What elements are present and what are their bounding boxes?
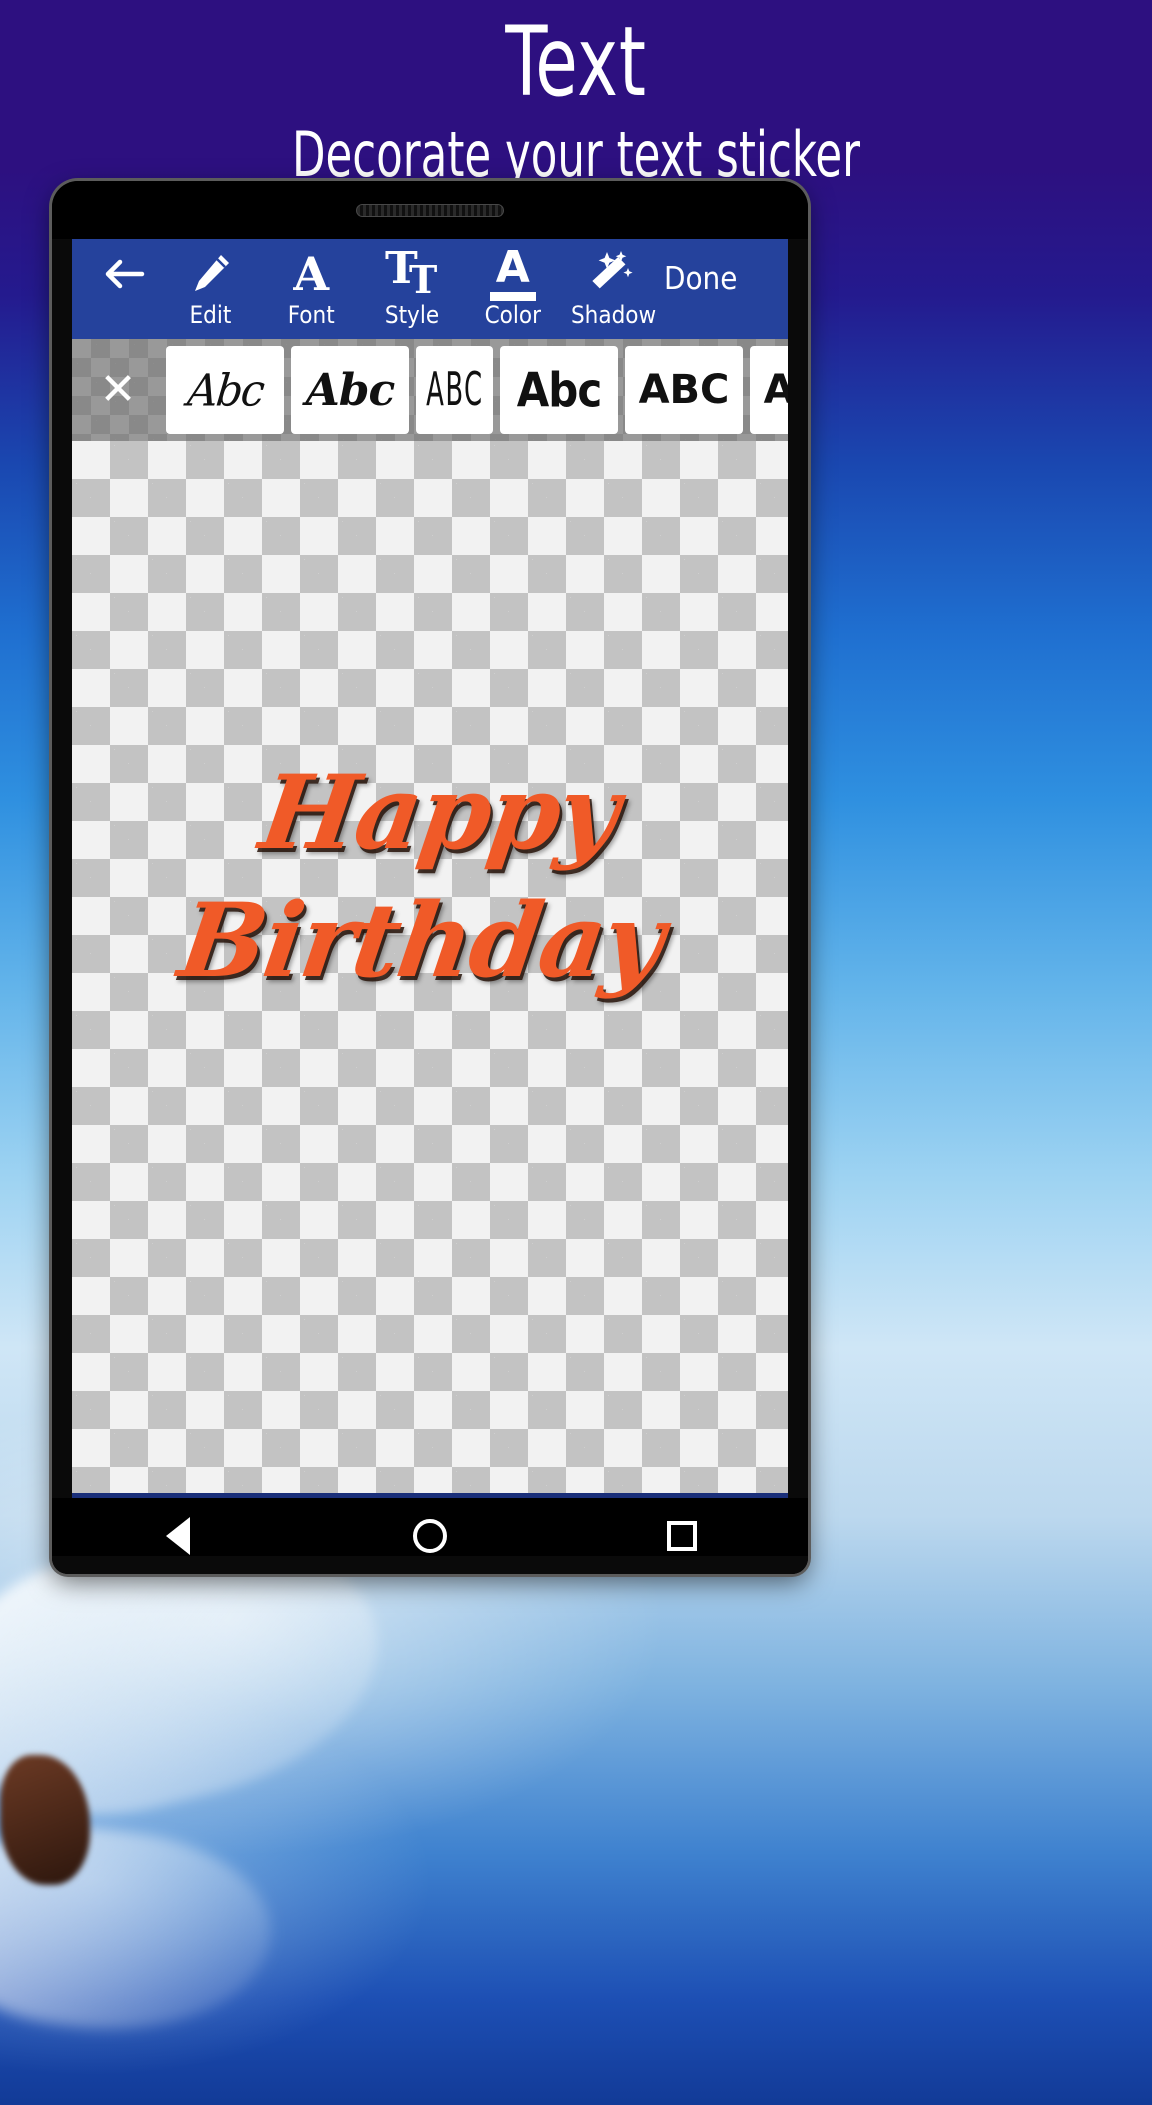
back-button[interactable] xyxy=(86,249,160,301)
nav-home-circle-icon xyxy=(413,1519,447,1553)
phone-top-bezel xyxy=(52,181,808,239)
double-t-secondary: T xyxy=(408,257,438,302)
sticker-canvas[interactable]: Happy Birthday xyxy=(72,441,788,1498)
sticker-line-2: Birthday xyxy=(172,881,670,1001)
editor-toolbar: Edit A Font T T Style A Color Shadow Don… xyxy=(72,239,788,339)
done-button[interactable]: Done xyxy=(664,249,774,297)
font-swatch-script-1[interactable]: Abc xyxy=(166,346,284,434)
phone-mockup: Edit A Font T T Style A Color Shadow Don… xyxy=(52,181,808,1574)
toolbar-label-edit: Edit xyxy=(189,301,232,329)
pencil-icon xyxy=(187,249,233,299)
font-swatch-fat[interactable]: Abc xyxy=(500,346,618,434)
letter-a-icon: A xyxy=(293,247,330,301)
toolbar-item-style[interactable]: T T Style xyxy=(362,247,463,330)
arrow-left-icon xyxy=(100,249,146,299)
font-swatch-label: Abc xyxy=(516,362,602,418)
font-swatch-thin[interactable]: ABC xyxy=(416,346,493,434)
font-swatch-script-2[interactable]: Abc xyxy=(291,346,409,434)
toolbar-item-edit[interactable]: Edit xyxy=(160,249,261,329)
app-screen: Edit A Font T T Style A Color Shadow Don… xyxy=(72,239,788,1498)
phone-bottom-bezel xyxy=(52,1556,808,1574)
color-underline-bar xyxy=(489,291,536,301)
magic-wand-icon xyxy=(589,249,639,299)
font-swatch-bold-2[interactable]: ABC xyxy=(750,346,788,434)
toolbar-item-shadow[interactable]: Shadow xyxy=(563,249,664,329)
underlined-a-glyph: A xyxy=(495,241,530,293)
toolbar-item-color[interactable]: A Color xyxy=(462,241,563,329)
font-swatch-label: ABC xyxy=(763,367,788,413)
text-sticker[interactable]: Happy Birthday xyxy=(72,749,788,1005)
close-x-icon[interactable]: ✕ xyxy=(72,339,164,441)
font-swatch-label: Abc xyxy=(305,364,396,416)
font-picker-strip: ✕ Abc Abc ABC Abc ABC ABC xyxy=(72,339,788,441)
double-t-icon: T T xyxy=(385,247,439,302)
toolbar-label-shadow: Shadow xyxy=(570,301,657,329)
sticker-line-1: Happy xyxy=(253,753,625,873)
nav-recents-square-icon xyxy=(667,1521,697,1551)
font-swatch-label: Abc xyxy=(184,364,266,416)
font-swatch-label: ABC xyxy=(425,363,484,417)
underlined-a-icon: A xyxy=(489,241,536,301)
toolbar-label-color: Color xyxy=(484,301,541,329)
toolbar-label-style: Style xyxy=(384,301,440,329)
font-swatch-list[interactable]: Abc Abc ABC Abc ABC ABC xyxy=(164,346,788,434)
font-swatch-bold[interactable]: ABC xyxy=(625,346,743,434)
earpiece-speaker-icon xyxy=(356,204,504,217)
font-swatch-label: ABC xyxy=(638,367,730,413)
toolbar-label-font: Font xyxy=(287,301,335,329)
promo-title: Text xyxy=(505,6,647,118)
nav-back-triangle-icon xyxy=(166,1517,190,1555)
promo-subtitle: Decorate your text sticker xyxy=(291,118,861,191)
toolbar-item-font[interactable]: A Font xyxy=(261,249,362,329)
